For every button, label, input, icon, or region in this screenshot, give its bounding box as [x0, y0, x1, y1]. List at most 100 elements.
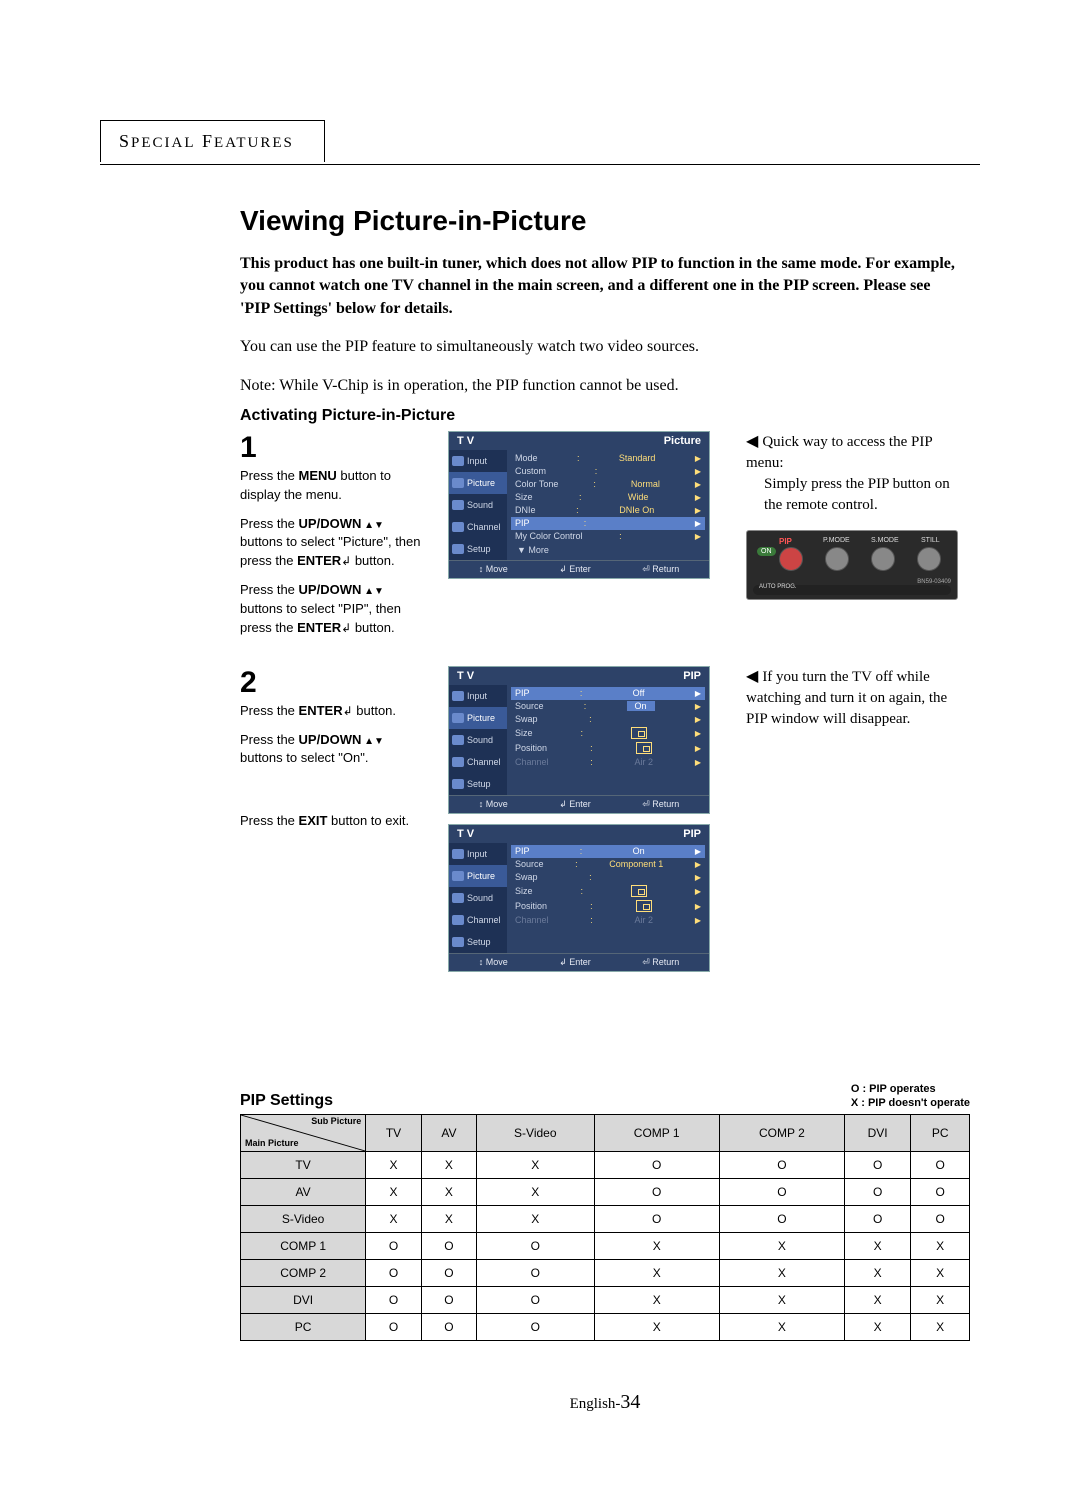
osd-screenshot-1: T VPicture InputPictureSoundChannelSetup… — [448, 431, 710, 579]
table-cell: O — [845, 1206, 911, 1233]
page-number: English-34 — [240, 1391, 970, 1414]
osd-sidebar-item: Channel — [449, 909, 507, 931]
osd-sidebar-item: Sound — [449, 494, 507, 516]
table-cell: O — [476, 1287, 594, 1314]
table-row: DVIOOOXXXX — [241, 1287, 970, 1314]
left-arrow-icon: ◀ — [746, 668, 758, 685]
osd-menu-row: My Color Control: ▶ — [511, 530, 705, 543]
step-1-number: 1 — [240, 431, 430, 465]
enter-icon: ↲ — [341, 554, 351, 568]
table-col-header: AV — [421, 1115, 476, 1152]
table-cell: O — [366, 1233, 422, 1260]
updown-icon: ▲▼ — [361, 520, 384, 531]
table-cell: O — [421, 1233, 476, 1260]
table-cell: X — [366, 1152, 422, 1179]
osd-menu-row: PIP: ▶ — [511, 517, 705, 530]
table-cell: X — [476, 1152, 594, 1179]
table-cell: X — [594, 1314, 719, 1341]
side-note-1: ◀Quick way to access the PIP menu: Simpl… — [746, 431, 970, 516]
table-cell: X — [421, 1179, 476, 1206]
osd-sidebar-item: Picture — [449, 707, 507, 729]
osd-menu-row: PIP: Off▶ — [511, 687, 705, 700]
table-row-header: TV — [241, 1152, 366, 1179]
table-cell: X — [845, 1233, 911, 1260]
table-cell: O — [911, 1206, 970, 1233]
left-arrow-icon: ◀ — [746, 433, 758, 450]
table-cell: O — [594, 1206, 719, 1233]
osd-menu-row: Swap: ▶ — [511, 871, 705, 884]
osd-sidebar-item: Input — [449, 685, 507, 707]
osd-menu-row: Color Tone: Normal▶ — [511, 478, 705, 491]
table-row: PCOOOXXXX — [241, 1314, 970, 1341]
updown-icon: ▲▼ — [361, 736, 384, 747]
osd-menu-row: Swap: ▶ — [511, 713, 705, 726]
table-cell: X — [719, 1314, 844, 1341]
osd-sidebar-item: Input — [449, 450, 507, 472]
osd-menu-row: Size: ▶ — [511, 884, 705, 899]
table-cell: X — [911, 1260, 970, 1287]
table-row: TVXXXOOOO — [241, 1152, 970, 1179]
osd-screenshot-3: T VPIP InputPictureSoundChannelSetup PIP… — [448, 824, 710, 972]
table-cell: O — [366, 1314, 422, 1341]
intro-line-1: You can use the PIP feature to simultane… — [240, 336, 970, 358]
table-cell: X — [594, 1233, 719, 1260]
table-cell: X — [476, 1179, 594, 1206]
table-cell: X — [366, 1206, 422, 1233]
table-cell: O — [719, 1179, 844, 1206]
step-2-number: 2 — [240, 666, 430, 700]
step-1-text-3: Press the UP/DOWN ▲▼ buttons to select "… — [240, 581, 430, 638]
table-col-header: PC — [911, 1115, 970, 1152]
table-cell: X — [845, 1314, 911, 1341]
table-cell: O — [421, 1314, 476, 1341]
table-cell: O — [476, 1233, 594, 1260]
table-cell: O — [594, 1179, 719, 1206]
step-1-text-1: Press the MENU button to display the men… — [240, 467, 430, 505]
table-cell: X — [719, 1260, 844, 1287]
osd-menu-row: Source: Component 1▶ — [511, 858, 705, 871]
osd-menu-row: Channel: Air 2▶ — [511, 914, 705, 927]
osd-menu-row: Position: ▶ — [511, 899, 705, 914]
step-2-text-3: Press the EXIT button to exit. — [240, 812, 430, 831]
side-note-2: ◀If you turn the TV off while watching a… — [746, 666, 970, 730]
table-row: COMP 2OOOXXXX — [241, 1260, 970, 1287]
table-cell: X — [845, 1287, 911, 1314]
table-cell: X — [911, 1233, 970, 1260]
section-header-box: SPECIAL FEATURES — [100, 120, 325, 162]
table-row: S-VideoXXXOOOO — [241, 1206, 970, 1233]
table-cell: O — [594, 1152, 719, 1179]
table-col-header: DVI — [845, 1115, 911, 1152]
table-row-header: AV — [241, 1179, 366, 1206]
table-row: AVXXXOOOO — [241, 1179, 970, 1206]
page-title: Viewing Picture-in-Picture — [240, 205, 970, 237]
table-cell: X — [421, 1152, 476, 1179]
intro-bold: This product has one built-in tuner, whi… — [240, 253, 960, 320]
osd-sidebar-item: Setup — [449, 773, 507, 795]
osd-sidebar-item: Channel — [449, 516, 507, 538]
table-cell: O — [366, 1260, 422, 1287]
osd-sidebar-item: Sound — [449, 729, 507, 751]
enter-icon: ↲ — [343, 704, 353, 718]
step-2-text-1: Press the ENTER↲ button. — [240, 702, 430, 721]
table-col-header: TV — [366, 1115, 422, 1152]
osd-menu-row: Size: ▶ — [511, 726, 705, 741]
table-cell: O — [476, 1314, 594, 1341]
osd-screenshot-2: T VPIP InputPictureSoundChannelSetup PIP… — [448, 666, 710, 814]
table-row-header: DVI — [241, 1287, 366, 1314]
table-cell: X — [845, 1260, 911, 1287]
remote-control-image: PIP ON P.MODE S.MODE STILL BN59-03409 AU… — [746, 530, 958, 600]
step-1-text-2: Press the UP/DOWN ▲▼ buttons to select "… — [240, 515, 430, 572]
table-cell: X — [719, 1287, 844, 1314]
enter-icon: ↲ — [341, 621, 351, 635]
sub-heading: Activating Picture-in-Picture — [240, 407, 970, 425]
osd-sidebar-item: Setup — [449, 538, 507, 560]
table-cell: O — [719, 1152, 844, 1179]
table-diagonal-header: Sub Picture Main Picture — [241, 1115, 366, 1152]
step-2-text-2: Press the UP/DOWN ▲▼ buttons to select "… — [240, 731, 430, 769]
table-cell: X — [594, 1260, 719, 1287]
pip-settings-table: Sub Picture Main Picture TV AV S-Video C… — [240, 1114, 970, 1341]
updown-icon: ▲▼ — [361, 586, 384, 597]
table-cell: X — [719, 1233, 844, 1260]
osd-menu-row: Custom: ▶ — [511, 465, 705, 478]
osd-menu-row: PIP: On▶ — [511, 845, 705, 858]
table-cell: X — [366, 1179, 422, 1206]
